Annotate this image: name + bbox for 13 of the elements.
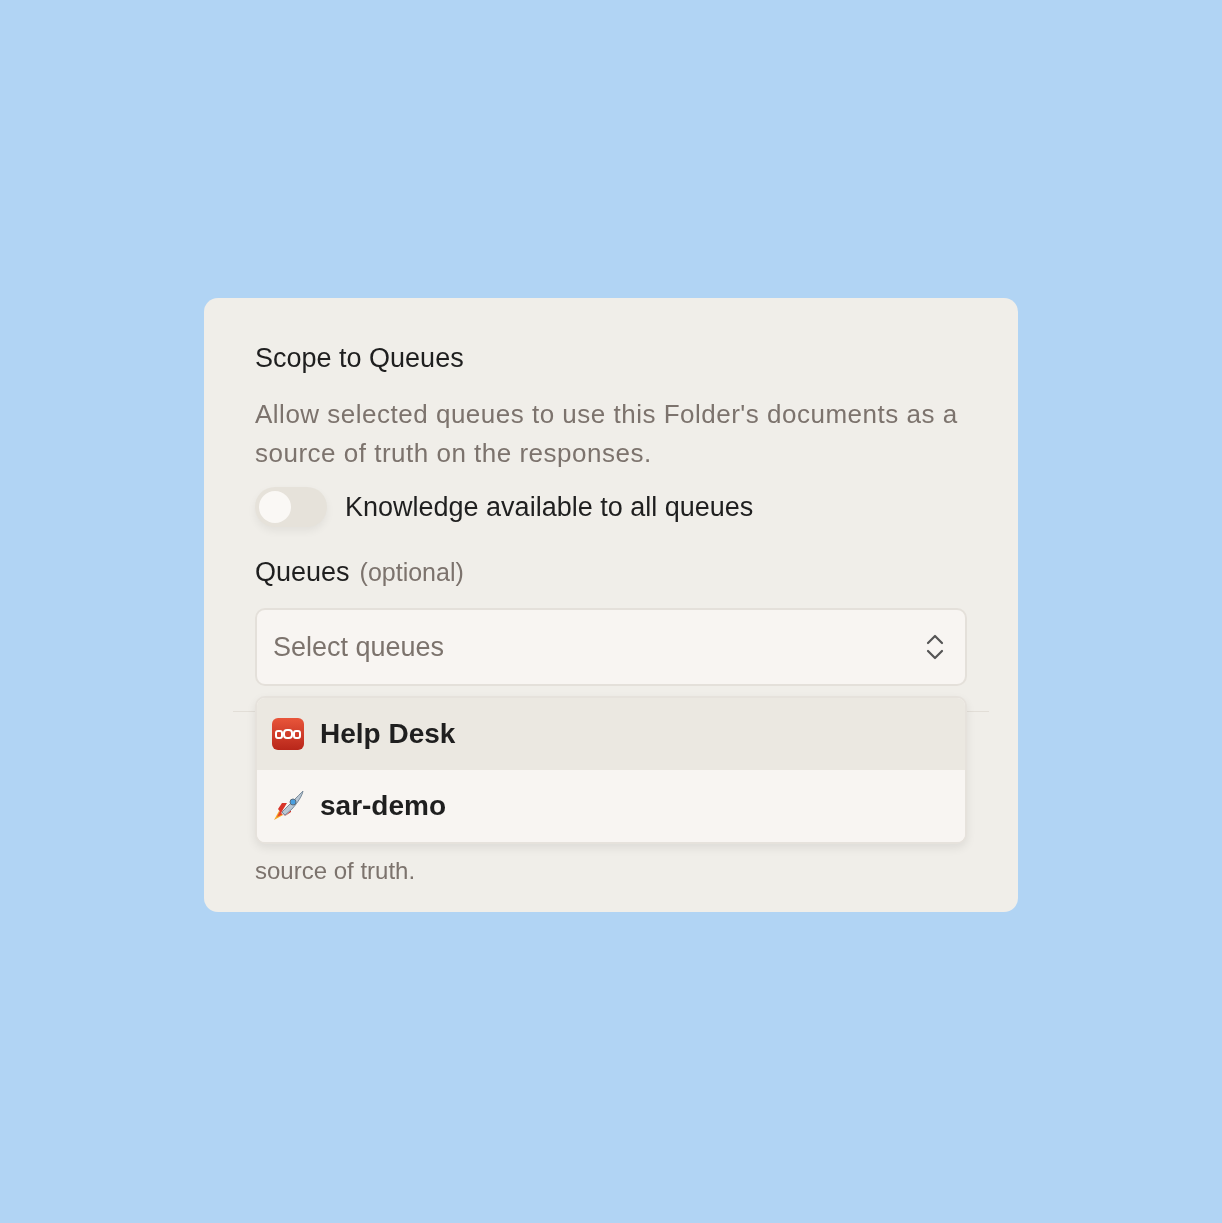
description-text: source of truth. (255, 856, 417, 886)
queue-select[interactable]: Select queues (255, 608, 967, 686)
field-label: Queues (255, 557, 350, 588)
section-title: Scope to Queues (255, 342, 465, 375)
toggle-label: Knowledge available to all queues (345, 491, 754, 523)
sos-icon (271, 717, 305, 751)
rocket-icon (271, 789, 305, 823)
section-description: Allow selected queues to use this Folder's documents as a source of truth on the responses. (255, 398, 959, 470)
dropdown-item[interactable]: sar-demo (257, 770, 965, 842)
toggle-switch[interactable] (255, 487, 327, 527)
chevron-up-down-icon (925, 633, 945, 661)
dropdown-item[interactable]: Help Desk (257, 698, 965, 770)
field-hint: (optional) (359, 558, 464, 587)
